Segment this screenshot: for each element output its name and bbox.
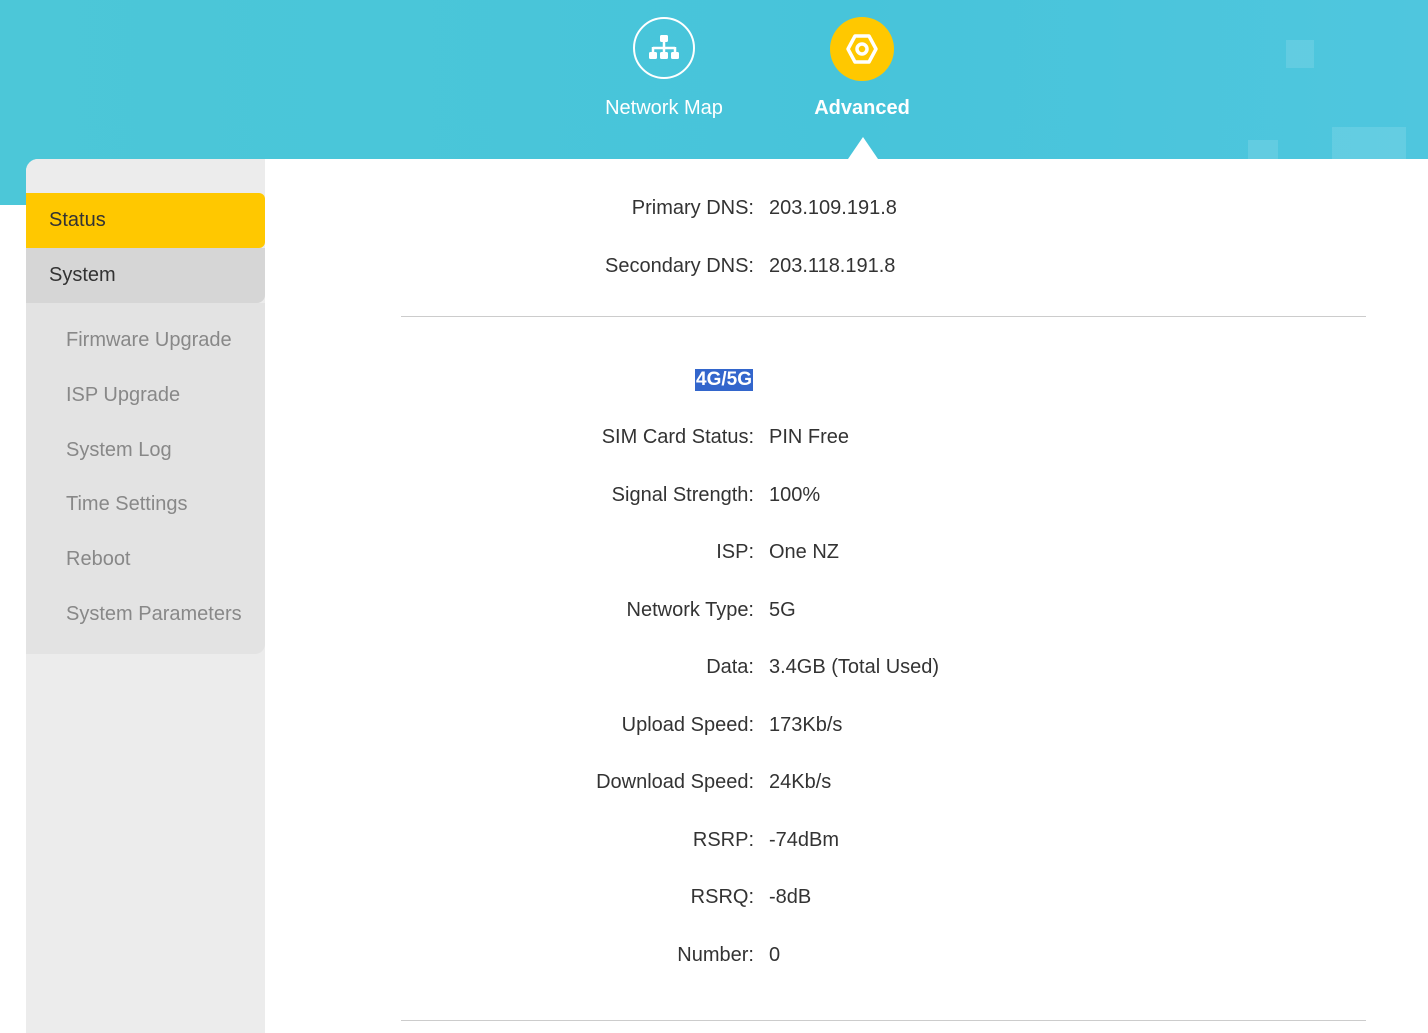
status-row: RSRQ: -8dB — [265, 886, 1428, 916]
upload-speed-label: Upload Speed: — [621, 714, 754, 736]
primary-dns-value: 203.109.191.8 — [769, 197, 897, 219]
network-type-value: 5G — [769, 599, 796, 621]
download-speed-label: Download Speed: — [596, 771, 754, 793]
sim-card-status-value: PIN Free — [769, 426, 850, 448]
system-submenu: Firmware Upgrade ISP Upgrade System Log … — [26, 303, 265, 654]
upload-speed-value: 173Kb/s — [769, 714, 843, 736]
status-row: Primary DNS: 203.109.191.8 — [265, 197, 1428, 227]
nav-network-map[interactable]: Network Map — [584, 17, 744, 120]
sidebar-item-system-parameters[interactable]: System Parameters — [66, 603, 242, 626]
sidebar: Status System Firmware Upgrade ISP Upgra… — [26, 159, 265, 1033]
isp-label: ISP: — [716, 541, 754, 563]
status-row: Signal Strength: 100% — [265, 484, 1428, 514]
status-main: Primary DNS: 203.109.191.8 Secondary DNS… — [265, 159, 1428, 1033]
status-row: ISP: One NZ — [265, 541, 1428, 571]
sidebar-item-status[interactable]: Status — [26, 193, 265, 248]
active-tab-pointer — [848, 137, 878, 159]
status-row: Upload Speed: 173Kb/s — [265, 714, 1428, 744]
section-divider — [401, 1020, 1366, 1021]
number-value: 0 — [769, 944, 781, 966]
rsrq-label: RSRQ: — [690, 886, 754, 908]
sidebar-item-isp-upgrade[interactable]: ISP Upgrade — [66, 384, 180, 407]
secondary-dns-value: 203.118.191.8 — [769, 255, 896, 277]
content-panel: Status System Firmware Upgrade ISP Upgra… — [26, 159, 1428, 1033]
signal-strength-label: Signal Strength: — [611, 484, 754, 506]
gear-icon — [830, 17, 894, 81]
sidebar-item-system[interactable]: System — [26, 248, 265, 303]
status-row: Secondary DNS: 203.118.191.8 — [265, 255, 1428, 285]
nav-advanced-label: Advanced — [814, 97, 910, 119]
number-label: Number: — [677, 944, 754, 966]
header-decoration — [1286, 40, 1314, 68]
sidebar-item-firmware-upgrade[interactable]: Firmware Upgrade — [66, 329, 232, 352]
status-row: RSRP: -74dBm — [265, 829, 1428, 859]
status-row: Number: 0 — [265, 944, 1428, 974]
secondary-dns-label: Secondary DNS: — [605, 255, 754, 277]
download-speed-value: 24Kb/s — [769, 771, 832, 793]
status-row: Download Speed: 24Kb/s — [265, 771, 1428, 801]
status-row: Data: 3.4GB (Total Used) — [265, 656, 1428, 686]
nav-advanced[interactable]: Advanced — [782, 17, 942, 120]
section-title-4g5g: 4G/5G — [695, 369, 753, 391]
nav-network-map-label: Network Map — [605, 97, 723, 119]
rsrp-label: RSRP: — [692, 829, 754, 851]
data-usage-value: 3.4GB (Total Used) — [769, 656, 940, 678]
signal-strength-value: 100% — [769, 484, 821, 506]
sidebar-item-reboot[interactable]: Reboot — [66, 548, 131, 571]
rsrp-value: -74dBm — [769, 829, 840, 851]
isp-value: One NZ — [769, 541, 840, 563]
section-divider — [401, 316, 1366, 317]
primary-dns-label: Primary DNS: — [631, 197, 754, 219]
sidebar-item-time-settings[interactable]: Time Settings — [66, 493, 188, 516]
sim-card-status-label: SIM Card Status: — [601, 426, 754, 448]
status-row: Network Type: 5G — [265, 599, 1428, 629]
network-topology-icon — [633, 17, 695, 79]
network-type-label: Network Type: — [626, 599, 754, 621]
sidebar-item-system-log[interactable]: System Log — [66, 439, 172, 462]
rsrq-value: -8dB — [769, 886, 812, 908]
status-row: SIM Card Status: PIN Free — [265, 426, 1428, 456]
data-usage-label: Data: — [706, 656, 754, 678]
